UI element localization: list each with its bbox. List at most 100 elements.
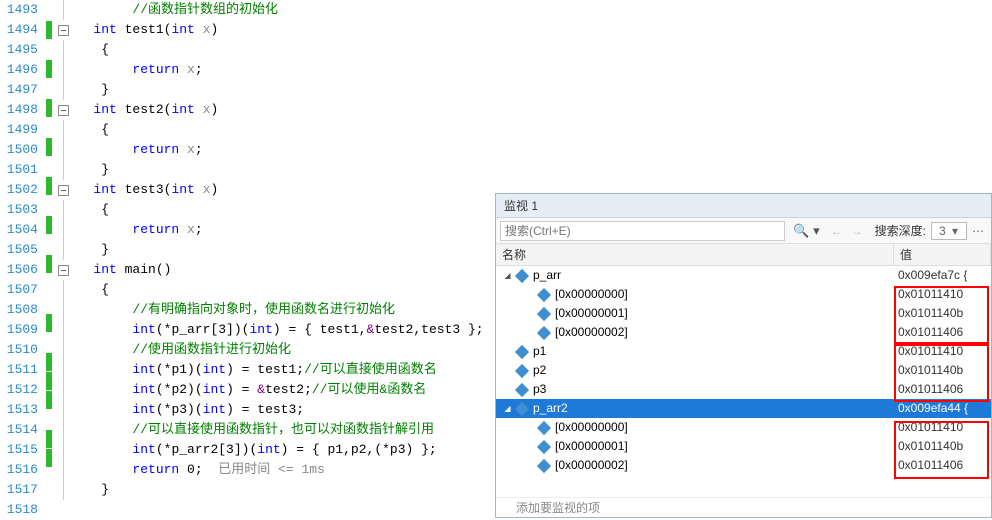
var-name: [0x00000002]	[555, 323, 628, 342]
watch-nav: ← → 搜索深度: 3 ▾ ⋯	[824, 222, 991, 240]
watch-body[interactable]: ◢p_arr0x009efa7c {[0x00000000]0x01011410…	[496, 266, 991, 497]
var-value: 0x0101140b	[894, 361, 991, 380]
expand-icon[interactable]	[502, 365, 513, 376]
change-marker	[42, 467, 56, 487]
expand-icon[interactable]	[524, 289, 535, 300]
variable-icon	[537, 288, 551, 302]
fold-line	[56, 340, 70, 360]
watch-row[interactable]: [0x00000001]0x0101140b	[496, 437, 991, 456]
fold-line	[56, 320, 70, 340]
expand-icon[interactable]	[524, 308, 535, 319]
var-name: p3	[533, 380, 546, 399]
line-number: 1496	[0, 60, 38, 80]
watch-row[interactable]: [0x00000000]0x01011410	[496, 418, 991, 437]
fold-toggle[interactable]	[56, 100, 70, 120]
var-name: p_arr	[533, 266, 561, 285]
fold-line	[56, 360, 70, 380]
watch-search-input[interactable]	[500, 221, 785, 241]
line-number: 1506	[0, 260, 38, 280]
variable-icon	[537, 307, 551, 321]
line-number: 1512	[0, 380, 38, 400]
expand-icon[interactable]	[502, 346, 513, 357]
watch-row[interactable]: ◢ p_arr 0x009efa7c {	[496, 266, 991, 285]
code-line[interactable]: //函数指针数组的初始化	[70, 0, 992, 20]
change-marker	[42, 293, 56, 313]
fold-line	[56, 0, 70, 20]
line-number: 1499	[0, 120, 38, 140]
expand-icon[interactable]	[524, 327, 535, 338]
change-marker	[46, 449, 52, 467]
line-number: 1504	[0, 220, 38, 240]
var-name: [0x00000000]	[555, 418, 628, 437]
col-header-name[interactable]: 名称	[496, 244, 894, 265]
var-value: 0x009efa7c {	[894, 266, 991, 285]
expand-icon[interactable]	[524, 441, 535, 452]
variable-icon	[515, 364, 529, 378]
toolbar-extra-icon[interactable]: ⋯	[969, 224, 987, 238]
var-value: 0x0101140b	[894, 304, 991, 323]
nav-forward-icon[interactable]: →	[848, 224, 866, 238]
fold-column[interactable]	[56, 0, 70, 520]
watch-window[interactable]: 监视 1 🔍 ▾ ← → 搜索深度: 3 ▾ ⋯ 名称 值 ◢p_arr0x00…	[495, 193, 992, 518]
watch-row[interactable]: [0x00000001] 0x0101140b	[496, 304, 991, 323]
fold-line	[56, 420, 70, 440]
expand-icon[interactable]	[524, 460, 535, 471]
change-marker	[42, 332, 56, 352]
depth-select[interactable]: 3 ▾	[931, 222, 967, 240]
fold-toggle[interactable]	[56, 180, 70, 200]
change-marker	[46, 314, 52, 332]
var-name: [0x00000000]	[555, 285, 628, 304]
watch-row[interactable]: p10x01011410	[496, 342, 991, 361]
fold-line	[56, 500, 70, 520]
code-line[interactable]: }	[70, 160, 992, 180]
line-number: 1501	[0, 160, 38, 180]
code-line[interactable]: }	[70, 80, 992, 100]
var-name: [0x00000001]	[555, 304, 628, 323]
fold-line	[56, 400, 70, 420]
var-name: p1	[533, 342, 546, 361]
watch-row[interactable]: ◢p_arr20x009efa44 {	[496, 399, 991, 418]
variable-icon	[537, 421, 551, 435]
line-number: 1494	[0, 20, 38, 40]
var-value: 0x0101140b	[894, 437, 991, 456]
var-value: 0x01011406	[894, 380, 991, 399]
code-line[interactable]: int test2(int x)	[70, 100, 992, 120]
nav-back-icon[interactable]: ←	[828, 224, 846, 238]
line-number: 1511	[0, 360, 38, 380]
change-marker	[42, 273, 56, 293]
expand-icon[interactable]: ◢	[502, 270, 513, 281]
watch-row[interactable]: p20x0101140b	[496, 361, 991, 380]
code-line[interactable]: return x;	[70, 140, 992, 160]
code-line[interactable]: return x;	[70, 60, 992, 80]
line-number: 1508	[0, 300, 38, 320]
search-icon[interactable]: 🔍 ▾	[789, 223, 823, 239]
expand-icon[interactable]	[524, 422, 535, 433]
change-marker	[46, 391, 52, 409]
code-line[interactable]: {	[70, 40, 992, 60]
variable-icon	[537, 326, 551, 340]
col-header-value[interactable]: 值	[894, 244, 991, 265]
variable-icon	[515, 383, 529, 397]
watch-row[interactable]: [0x00000002]0x01011406	[496, 456, 991, 475]
watch-add-item[interactable]: 添加要监视的项	[496, 497, 991, 517]
fold-line	[56, 120, 70, 140]
code-line[interactable]: int test1(int x)	[70, 20, 992, 40]
fold-line	[56, 300, 70, 320]
expand-icon[interactable]: ◢	[502, 403, 513, 414]
watch-row[interactable]: p3 0x01011406	[496, 380, 991, 399]
watch-row[interactable]: [0x00000002]0x01011406	[496, 323, 991, 342]
expand-icon[interactable]	[502, 384, 513, 395]
change-marker	[46, 216, 52, 234]
line-number: 1510	[0, 340, 38, 360]
fold-line	[56, 60, 70, 80]
fold-toggle[interactable]	[56, 260, 70, 280]
var-value: 0x01011406	[894, 456, 991, 475]
code-line[interactable]: {	[70, 120, 992, 140]
fold-line	[56, 280, 70, 300]
depth-label: 搜索深度:	[872, 222, 929, 239]
fold-toggle[interactable]	[56, 20, 70, 40]
line-number: 1515	[0, 440, 38, 460]
fold-line	[56, 140, 70, 160]
change-marker	[46, 177, 52, 195]
watch-row[interactable]: [0x00000000]0x01011410	[496, 285, 991, 304]
